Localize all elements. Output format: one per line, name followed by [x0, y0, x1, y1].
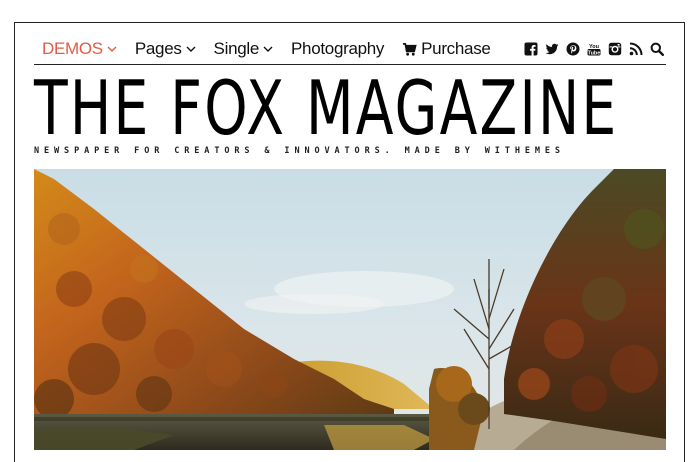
menu-item-demos[interactable]: DEMOS: [42, 39, 117, 59]
instagram-icon[interactable]: [608, 42, 622, 56]
rss-icon[interactable]: [629, 42, 643, 56]
menu-item-single[interactable]: Single: [214, 39, 273, 59]
hero-image[interactable]: [34, 169, 666, 450]
twitter-icon[interactable]: [545, 42, 559, 56]
chevron-down-icon: [186, 46, 196, 52]
pinterest-icon[interactable]: [566, 42, 580, 56]
site-tagline: NEWSPAPER FOR CREATORS & INNOVATORS. MAD…: [34, 146, 565, 156]
cart-icon: [403, 42, 417, 56]
menu-item-label: Purchase: [421, 39, 491, 58]
search-icon[interactable]: [650, 42, 664, 56]
menu-item-label: Photography: [291, 39, 385, 58]
site-title[interactable]: THE FOX MAGAZINE: [34, 70, 616, 146]
top-navigation: DEMOS Pages Single Photography Purchase: [34, 38, 666, 65]
menu-item-label: Pages: [134, 39, 182, 58]
menu-item-pages[interactable]: Pages: [135, 39, 196, 59]
svg-text:Tube: Tube: [588, 50, 601, 56]
main-menu: DEMOS Pages Single Photography Purchase: [42, 39, 491, 59]
youtube-icon[interactable]: You Tube: [587, 42, 601, 56]
menu-item-label: DEMOS: [42, 39, 103, 58]
facebook-icon[interactable]: [524, 42, 538, 56]
chevron-down-icon: [107, 46, 117, 52]
chevron-down-icon: [263, 46, 273, 52]
menu-item-label: Single: [213, 39, 260, 58]
menu-item-purchase[interactable]: Purchase: [402, 39, 491, 59]
social-links: You Tube: [524, 42, 664, 56]
landscape-photo: [34, 169, 666, 450]
menu-item-photography[interactable]: Photography: [291, 39, 384, 59]
